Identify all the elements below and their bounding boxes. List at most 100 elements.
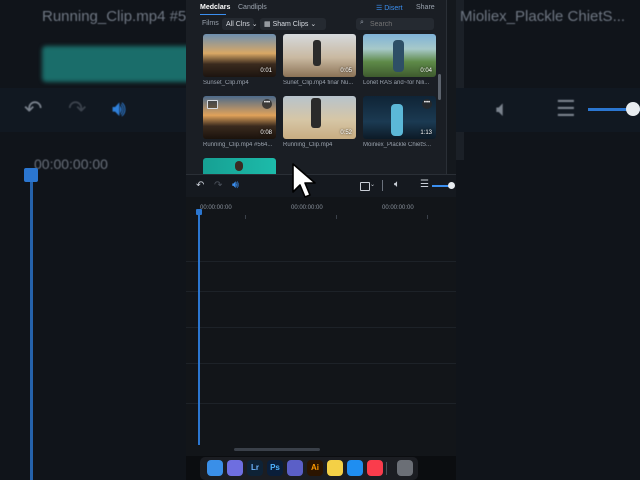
bg-speaker-icon: 🔈︎ — [496, 96, 510, 121]
mouse-cursor-icon — [292, 163, 316, 198]
chevron-down-icon[interactable]: ⌄ — [370, 181, 375, 188]
sort-dropdown[interactable]: ▦ Sham Clips ⌄ — [260, 18, 326, 30]
filter-dropdown[interactable]: All Clns ⌄ — [222, 18, 258, 30]
tab-media[interactable]: Medclars — [200, 4, 230, 11]
person-figure — [235, 161, 243, 171]
ruler-tick — [245, 215, 246, 219]
direct-button[interactable]: ☰ Disert — [376, 4, 403, 12]
tab-candidates[interactable]: Candlipls — [238, 4, 267, 11]
clip-duration: 0:05 — [340, 68, 352, 74]
dock-app-launchpad-icon[interactable] — [227, 460, 243, 476]
clip-thumbnail[interactable]: ••• 1:13 — [363, 96, 436, 139]
track-divider — [186, 403, 456, 404]
ruler-tick — [336, 215, 337, 219]
active-tab-underline — [200, 14, 226, 15]
filter-dropdown-value: All Clns — [226, 21, 250, 28]
bg-left-thumbnail — [42, 46, 186, 82]
bg-volume-icon: 🔊︎ — [112, 96, 126, 121]
speaker-icon[interactable]: 🔈︎ — [394, 179, 400, 190]
clip-thumbnail[interactable] — [203, 158, 276, 174]
dock: Lr Ps Ai — [200, 457, 418, 480]
clip-name: Sunset_Clip.mp4 — [203, 80, 249, 86]
inspector-edge — [446, 0, 456, 174]
media-browser: Medclars Candlipls ☰ Disert Share Films … — [186, 0, 456, 174]
timecode-label: 00:00:00:00 — [200, 205, 232, 211]
dock-app-label: Ps — [270, 463, 280, 472]
bg-left-title: Running_Clip.mp4 #564 — [42, 8, 186, 25]
undo-icon[interactable]: ↶ — [196, 180, 204, 191]
clip-duration: 0:01 — [260, 68, 272, 74]
clip-duration: 0:52 — [340, 130, 352, 136]
ruler-tick — [427, 215, 428, 219]
more-options-icon[interactable]: ••• — [422, 99, 432, 109]
track-divider — [186, 291, 456, 292]
dock-app-notes-icon[interactable] — [327, 460, 343, 476]
dock-app-label: Lr — [251, 463, 259, 472]
clip-name: Lonet RAS and~for Nili... — [363, 80, 430, 86]
clip-name: Running_Clip.mp4 — [283, 142, 333, 148]
dock-app-trash-icon[interactable] — [397, 460, 413, 476]
track-divider — [186, 327, 456, 328]
dock-app-lightroom-icon[interactable]: Lr — [247, 460, 263, 476]
zoom-slider-knob[interactable] — [448, 182, 455, 189]
dock-separator — [386, 462, 387, 475]
dock-app-music-icon[interactable] — [367, 460, 383, 476]
clip-thumbnail[interactable]: 0:04 — [363, 34, 436, 77]
list-icon[interactable]: ☰ — [420, 179, 429, 190]
media-scrollbar[interactable] — [438, 74, 441, 100]
bg-right-title: Mioliex_Plackle ChietS... — [460, 8, 626, 25]
background-left: Running_Clip.mp4 #564 ↶ ↷ 🔊︎ 00:00:00:00 — [0, 0, 186, 480]
bg-zoom-knob — [626, 102, 640, 116]
bg-undo-icon: ↶ — [24, 96, 43, 121]
editor-panel: Medclars Candlipls ☰ Disert Share Films … — [186, 0, 456, 456]
track-divider — [186, 261, 456, 262]
bg-left-timecode: 00:00:00:00 — [34, 156, 108, 172]
timecode-label: 00:00:00:00 — [291, 205, 323, 211]
dock-app-keynote-icon[interactable] — [347, 460, 363, 476]
filter-label: Films — [202, 20, 219, 27]
timeline-scrollbar[interactable] — [234, 448, 320, 451]
share-button[interactable]: Share — [416, 4, 435, 11]
timeline-toolbar: ↶ ↷ 🔊︎ ⌄ 🔈︎ ☰ — [186, 174, 456, 198]
clip-thumbnail[interactable]: 0:05 — [283, 34, 356, 77]
search-box[interactable]: ⌕ — [356, 18, 434, 30]
background-right: Mioliex_Plackle ChietS... 🔈︎ ☰ — [456, 0, 640, 480]
audio-wave-icon[interactable]: 🔊︎ — [232, 179, 239, 192]
clip-duration: 1:13 — [420, 130, 432, 136]
timeline[interactable]: 00:00:00:00 00:00:00:00 00:00:00:00 — [186, 197, 456, 456]
more-options-icon[interactable]: ••• — [262, 99, 272, 109]
chevron-down-icon: ⌄ — [251, 21, 258, 28]
athlete-figure — [393, 40, 404, 72]
timecode-label: 00:00:00:00 — [382, 205, 414, 211]
clip-name: Running_Clip.mp4 #564... — [203, 142, 273, 148]
clip-name: Sunet_Clip.mp4 finar Nu... — [283, 80, 354, 86]
redo-icon[interactable]: ↷ — [214, 180, 222, 191]
athlete-figure — [391, 104, 403, 136]
dock-app-teams-icon[interactable] — [287, 460, 303, 476]
dock-app-finder-icon[interactable] — [207, 460, 223, 476]
clip-thumbnail[interactable]: ••• 0:08 — [203, 96, 276, 139]
dock-app-photoshop-icon[interactable]: Ps — [267, 460, 283, 476]
dock-app-label: Ai — [311, 463, 319, 472]
clip-thumbnail[interactable]: 0:01 — [203, 34, 276, 77]
search-icon: ⌕ — [360, 19, 364, 26]
list-icon: ☰ — [376, 5, 385, 12]
dock-app-illustrator-icon[interactable]: Ai — [307, 460, 323, 476]
bg-redo-icon: ↷ — [68, 96, 87, 121]
clip-name: Moiniex_Plackle ChietS... — [363, 142, 432, 148]
playhead-line[interactable] — [198, 215, 200, 445]
bg-playhead — [24, 168, 38, 182]
search-input[interactable] — [370, 18, 430, 30]
bg-list-icon: ☰ — [556, 96, 576, 121]
chevron-down-icon: ⌄ — [310, 21, 317, 28]
bg-playhead-line — [30, 182, 33, 480]
toolbar-divider — [382, 180, 383, 191]
clip-duration: 0:08 — [260, 130, 272, 136]
runner-figure — [311, 98, 321, 128]
clip-type-icon — [207, 100, 218, 109]
sort-dropdown-value: Sham Clips — [272, 21, 309, 28]
clip-thumbnail[interactable]: 0:52 — [283, 96, 356, 139]
direct-label: Disert — [384, 5, 403, 12]
clip-appearance-icon[interactable] — [360, 182, 370, 191]
track-divider — [186, 363, 456, 364]
